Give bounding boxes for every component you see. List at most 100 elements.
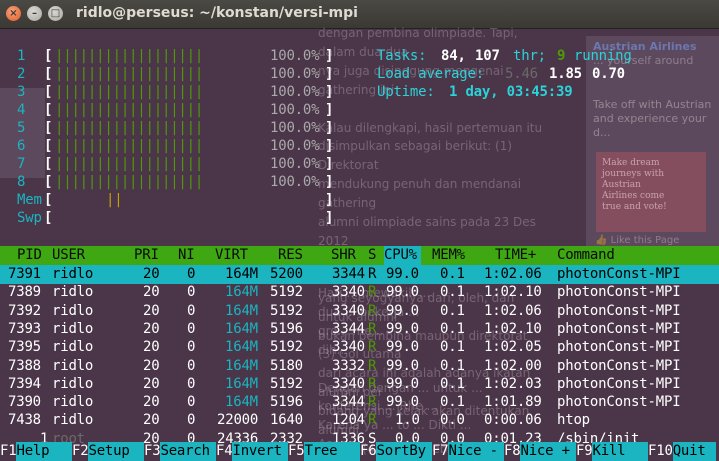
column-virt[interactable]: VIRT [215,246,248,265]
cpu-usage-bar: |||||||||||||||||| [55,174,204,190]
column-user[interactable]: USER [52,246,85,265]
process-row[interactable]: 7389 ridlo 20 0 164M 5192 3340 R 99.0 0.1 1:02.10 p… [0,283,719,302]
process-shr: 1204 [332,412,365,429]
process-res: 5192 [270,302,303,319]
process-virt: 164M [225,266,258,282]
fkey-invert[interactable]: F4Invert [216,442,289,461]
fkey-tree[interactable]: F5Tree [288,442,361,461]
fkey-code: F1 [0,443,17,459]
process-row[interactable]: 7388 ridlo 20 0 164M 5180 3332 R 99.0 0.1 1:02.00 p… [0,357,719,376]
process-mem: 0.1 [440,357,465,374]
process-state: R [368,375,377,392]
process-cpu: 1.0 [395,412,420,429]
process-state: R [368,266,377,282]
fkey-search[interactable]: F3Search [144,442,217,461]
fkey-setup[interactable]: F2Setup [72,442,145,461]
fkey-label: Kill [592,442,649,461]
process-mem: 0.1 [440,375,465,392]
process-priority: 20 [143,320,160,337]
process-time: 1:02.10 [484,284,542,301]
maximize-button[interactable]: □ [48,6,63,21]
process-state: R [368,302,377,319]
column-command[interactable]: Command [557,246,615,265]
process-row[interactable]: 7394 ridlo 20 0 164M 5192 3340 R 99.0 0.1 1:02.03 p… [0,375,719,394]
process-mem: 0.1 [440,284,465,301]
column-cpu[interactable]: CPU% [384,246,421,265]
process-time: 0:00.06 [484,412,542,429]
column-pid[interactable]: PID [17,246,42,265]
process-shr: 3344 [332,394,365,411]
mem-label: Mem [17,192,42,208]
process-state: R [368,284,377,301]
meter-bracket-close: ] [325,138,334,154]
meter-bracket-open: [ [44,120,53,136]
fkey-label: Quit [672,442,716,461]
load-average-line: Load average: 5.46 1.85 0.70 [0,65,719,84]
process-user: ridlo [52,339,94,356]
process-row[interactable]: 7392 ridlo 20 0 164M 5192 3340 R 99.0 0.1 1:02.06 p… [0,302,719,321]
cpu-usage-bar: |||||||||||||||||| [55,120,204,136]
fkey-sortby[interactable]: F6SortBy [360,442,433,461]
meter-bracket-close: ] [325,102,334,118]
fkey-quit[interactable]: F10Quit [648,442,716,461]
meter-bracket-open: [ [44,102,53,118]
process-priority: 20 [143,339,160,356]
process-mem: 0.1 [440,339,465,356]
threads-count: 107 [475,48,500,64]
process-command: photonConst-MPI [557,394,681,411]
process-row-selected[interactable]: 7391 ridlo 20 0 164M 5200 3344 R 99.0 0.1 1:02.06 p… [0,265,719,284]
meter-bracket-close: ] [325,192,334,208]
uptime-value: 1 day, 03:45:39 [449,84,573,100]
cpu-meter: 5[|||||||||||||||||| 100.0%] [0,119,719,138]
process-row[interactable]: 7395 ridlo 20 0 164M 5192 3340 R 99.0 0.1 1:02.05 p… [0,338,719,357]
process-virt: 164M [225,394,258,411]
fkey-kill[interactable]: F9Kill [576,442,649,461]
load-average-label: Load average: [377,66,484,82]
process-res: 5180 [270,357,303,374]
column-ni[interactable]: NI [178,246,195,265]
column-state[interactable]: S [368,246,376,265]
process-virt: 164M [225,302,258,319]
process-pid: 7393 [8,320,41,337]
column-shr[interactable]: SHR [331,246,356,265]
fkey-code: F9 [576,443,593,459]
process-virt: 164M [225,339,258,356]
tasks-line: Tasks: 84, 107 thr; 9 running [0,47,719,66]
cpu-percent: 100.0% [270,102,320,118]
process-row[interactable]: 7390 ridlo 20 0 164M 5196 3344 R 99.0 0.1 1:01.89 p… [0,393,719,412]
fkey-help[interactable]: F1Help [0,442,73,461]
process-pid: 7389 [8,284,41,301]
cpu-percent: 100.0% [270,138,320,154]
process-row[interactable]: 7438 ridlo 20 0 22000 1640 1204 R 1.0 0.0 0:00.06 h… [0,411,719,430]
mem-meter: Mem[||] [0,191,719,210]
process-row[interactable]: 7393 ridlo 20 0 164M 5196 3344 R 99.0 0.1 1:02.10 p… [0,320,719,339]
close-button[interactable]: × [6,6,21,21]
fkey-label: Setup [88,442,145,461]
cpu-percent: 100.0% [270,156,320,172]
process-shr: 3340 [332,375,365,392]
process-table-header[interactable]: PID USER PRI NI VIRT RES SHR S CPU% MEM%… [0,246,719,265]
cpu-usage-bar: |||||||||||||||||| [55,102,204,118]
fkey-code: F7 [432,443,449,459]
process-command: photonConst-MPI [557,302,681,319]
column-time[interactable]: TIME+ [495,246,536,265]
process-user: ridlo [52,266,94,282]
process-nice: 0 [187,394,196,411]
process-pid: 7438 [8,412,41,429]
column-res[interactable]: RES [278,246,303,265]
fkey-nice[interactable]: F8Nice + [504,442,577,461]
maximize-icon: □ [50,8,61,19]
title-bar[interactable]: × – □ ridlo@perseus: ~/konstan/versi-mpi [0,0,719,29]
column-pri[interactable]: PRI [134,246,159,265]
like-icon: 👍 [595,235,611,246]
process-command: photonConst-MPI [557,266,681,282]
fkey-nice[interactable]: F7Nice - [432,442,505,461]
fkey-label: Tree [304,442,361,461]
process-nice: 0 [187,266,196,282]
terminal-window: × – □ ridlo@perseus: ~/konstan/versi-mpi… [0,0,719,461]
process-nice: 0 [187,412,196,429]
minimize-button[interactable]: – [27,6,42,21]
column-mem[interactable]: MEM% [432,246,465,265]
process-res: 5196 [270,394,303,411]
process-nice: 0 [187,284,196,301]
